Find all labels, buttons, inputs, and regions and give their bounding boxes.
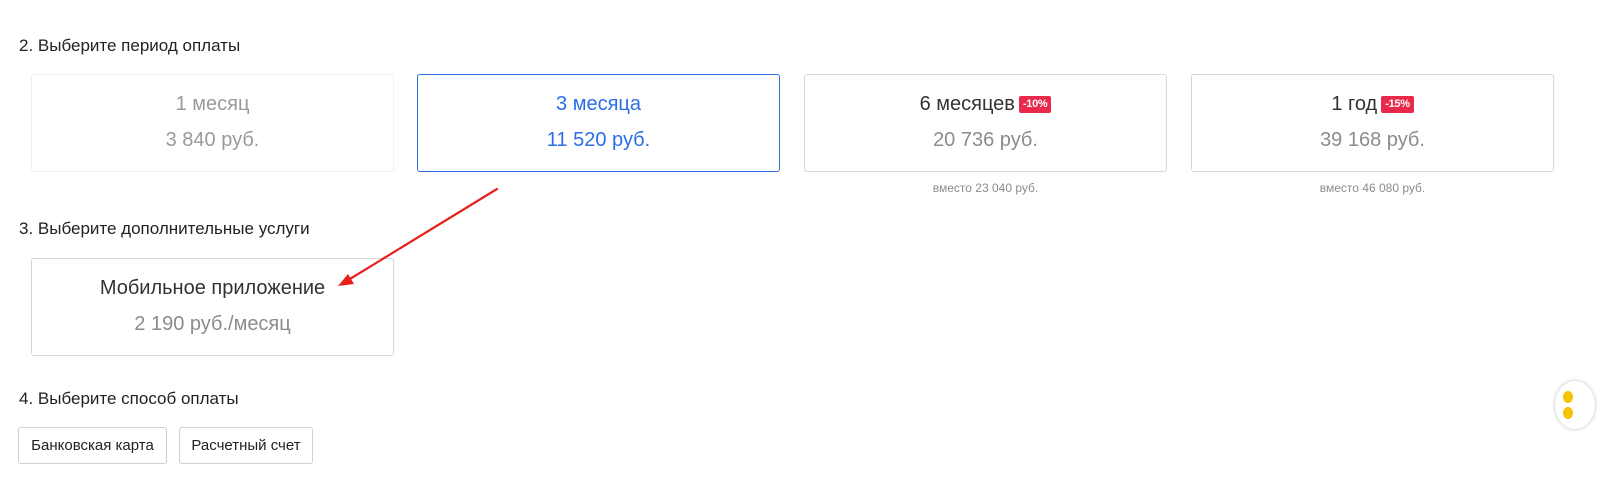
- addon-name: Мобильное приложение: [99, 277, 326, 299]
- discount-badge: -10%: [1018, 96, 1052, 113]
- period-option-name-row: 6 месяцев -10%: [805, 93, 1166, 116]
- addon-price: 2 190 руб./месяц: [134, 313, 291, 335]
- addon-mobile-app[interactable]: Мобильное приложение 2 190 руб./месяц: [31, 258, 394, 356]
- period-option-price: 39 168 руб.: [1320, 129, 1425, 151]
- payment-bank-account-button[interactable]: Расчетный счет: [179, 427, 313, 464]
- period-option-name: 3 месяца: [556, 93, 641, 115]
- original-price-note: вместо 23 040 руб.: [932, 181, 1039, 195]
- payment-bank-card-button[interactable]: Банковская карта: [18, 427, 167, 464]
- period-option-1-year[interactable]: 1 год -15% 39 168 руб.: [1191, 74, 1554, 172]
- period-option-price: 3 840 руб.: [165, 129, 260, 151]
- period-section-title: 2. Выберите период оплаты: [19, 36, 241, 55]
- period-option-1-month[interactable]: 1 месяц 3 840 руб.: [31, 74, 394, 172]
- period-option-price: 20 736 руб.: [933, 129, 1038, 151]
- chat-widget-icon[interactable]: [1554, 380, 1596, 430]
- addons-section-title: 3. Выберите дополнительные услуги: [19, 219, 310, 238]
- period-option-name-row: 1 год -15%: [1192, 93, 1553, 116]
- discount-badge: -15%: [1381, 96, 1414, 113]
- period-option-name: 1 месяц: [175, 93, 250, 115]
- original-price-note: вместо 46 080 руб.: [1319, 181, 1426, 195]
- period-option-name: 6 месяцев: [919, 93, 1015, 115]
- payment-section-title: 4. Выберите способ оплаты: [19, 389, 239, 408]
- period-option-name: 1 год: [1331, 93, 1378, 115]
- period-option-price: 11 520 руб.: [546, 129, 651, 151]
- period-option-6-months[interactable]: 6 месяцев -10% 20 736 руб.: [804, 74, 1167, 172]
- period-option-3-months[interactable]: 3 месяца 11 520 руб.: [417, 74, 780, 172]
